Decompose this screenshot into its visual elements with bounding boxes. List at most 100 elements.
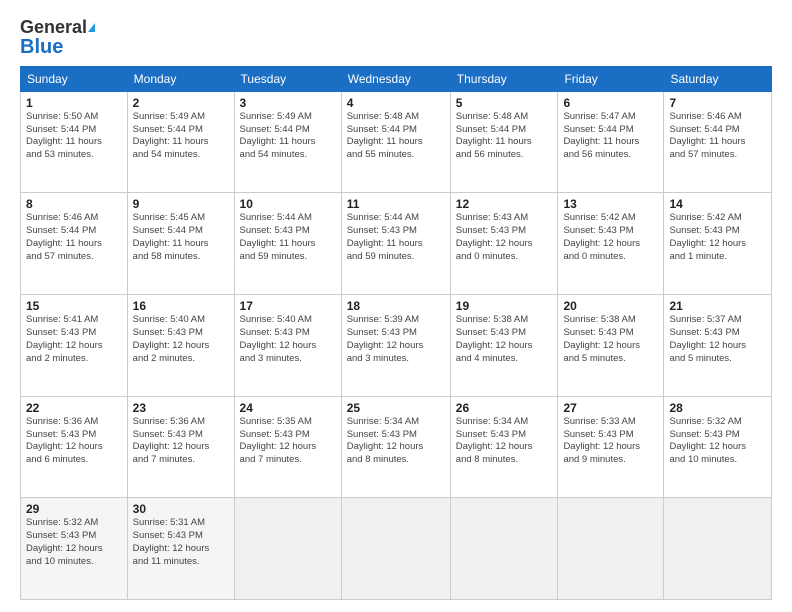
calendar-cell: 2Sunrise: 5:49 AMSunset: 5:44 PMDaylight… xyxy=(127,91,234,193)
week-row-3: 22Sunrise: 5:36 AMSunset: 5:43 PMDayligh… xyxy=(21,396,772,498)
day-info: Sunrise: 5:39 AMSunset: 5:43 PMDaylight:… xyxy=(347,314,445,365)
day-info: Sunrise: 5:43 AMSunset: 5:43 PMDaylight:… xyxy=(456,212,553,263)
weekday-wednesday: Wednesday xyxy=(341,66,450,91)
day-info: Sunrise: 5:44 AMSunset: 5:43 PMDaylight:… xyxy=(347,212,445,263)
calendar-cell: 29Sunrise: 5:32 AMSunset: 5:43 PMDayligh… xyxy=(21,498,128,600)
calendar-cell: 7Sunrise: 5:46 AMSunset: 5:44 PMDaylight… xyxy=(664,91,772,193)
weekday-header: SundayMondayTuesdayWednesdayThursdayFrid… xyxy=(21,66,772,91)
calendar-cell: 16Sunrise: 5:40 AMSunset: 5:43 PMDayligh… xyxy=(127,295,234,397)
day-info: Sunrise: 5:33 AMSunset: 5:43 PMDaylight:… xyxy=(563,416,658,467)
calendar-cell: 17Sunrise: 5:40 AMSunset: 5:43 PMDayligh… xyxy=(234,295,341,397)
day-info: Sunrise: 5:37 AMSunset: 5:43 PMDaylight:… xyxy=(669,314,766,365)
calendar-cell: 24Sunrise: 5:35 AMSunset: 5:43 PMDayligh… xyxy=(234,396,341,498)
calendar-cell: 15Sunrise: 5:41 AMSunset: 5:43 PMDayligh… xyxy=(21,295,128,397)
header: General Blue xyxy=(20,18,772,58)
day-info: Sunrise: 5:38 AMSunset: 5:43 PMDaylight:… xyxy=(563,314,658,365)
day-info: Sunrise: 5:48 AMSunset: 5:44 PMDaylight:… xyxy=(456,111,553,162)
day-info: Sunrise: 5:44 AMSunset: 5:43 PMDaylight:… xyxy=(240,212,336,263)
day-number: 24 xyxy=(240,401,336,415)
day-number: 23 xyxy=(133,401,229,415)
calendar-cell xyxy=(558,498,664,600)
calendar-cell: 13Sunrise: 5:42 AMSunset: 5:43 PMDayligh… xyxy=(558,193,664,295)
calendar-cell: 22Sunrise: 5:36 AMSunset: 5:43 PMDayligh… xyxy=(21,396,128,498)
calendar-cell: 28Sunrise: 5:32 AMSunset: 5:43 PMDayligh… xyxy=(664,396,772,498)
calendar-cell: 8Sunrise: 5:46 AMSunset: 5:44 PMDaylight… xyxy=(21,193,128,295)
weekday-saturday: Saturday xyxy=(664,66,772,91)
calendar-body: 1Sunrise: 5:50 AMSunset: 5:44 PMDaylight… xyxy=(21,91,772,599)
day-info: Sunrise: 5:47 AMSunset: 5:44 PMDaylight:… xyxy=(563,111,658,162)
calendar-cell: 30Sunrise: 5:31 AMSunset: 5:43 PMDayligh… xyxy=(127,498,234,600)
week-row-0: 1Sunrise: 5:50 AMSunset: 5:44 PMDaylight… xyxy=(21,91,772,193)
day-info: Sunrise: 5:34 AMSunset: 5:43 PMDaylight:… xyxy=(347,416,445,467)
weekday-sunday: Sunday xyxy=(21,66,128,91)
day-number: 17 xyxy=(240,299,336,313)
calendar-cell: 21Sunrise: 5:37 AMSunset: 5:43 PMDayligh… xyxy=(664,295,772,397)
day-number: 4 xyxy=(347,96,445,110)
day-number: 28 xyxy=(669,401,766,415)
day-info: Sunrise: 5:46 AMSunset: 5:44 PMDaylight:… xyxy=(26,212,122,263)
calendar-table: SundayMondayTuesdayWednesdayThursdayFrid… xyxy=(20,66,772,600)
day-number: 25 xyxy=(347,401,445,415)
day-number: 16 xyxy=(133,299,229,313)
day-info: Sunrise: 5:34 AMSunset: 5:43 PMDaylight:… xyxy=(456,416,553,467)
day-number: 21 xyxy=(669,299,766,313)
day-number: 10 xyxy=(240,197,336,211)
weekday-tuesday: Tuesday xyxy=(234,66,341,91)
day-info: Sunrise: 5:32 AMSunset: 5:43 PMDaylight:… xyxy=(26,517,122,568)
day-info: Sunrise: 5:48 AMSunset: 5:44 PMDaylight:… xyxy=(347,111,445,162)
calendar-cell xyxy=(341,498,450,600)
day-number: 11 xyxy=(347,197,445,211)
day-number: 8 xyxy=(26,197,122,211)
day-info: Sunrise: 5:32 AMSunset: 5:43 PMDaylight:… xyxy=(669,416,766,467)
day-info: Sunrise: 5:42 AMSunset: 5:43 PMDaylight:… xyxy=(669,212,766,263)
day-number: 2 xyxy=(133,96,229,110)
day-number: 1 xyxy=(26,96,122,110)
day-number: 12 xyxy=(456,197,553,211)
day-info: Sunrise: 5:40 AMSunset: 5:43 PMDaylight:… xyxy=(133,314,229,365)
day-info: Sunrise: 5:35 AMSunset: 5:43 PMDaylight:… xyxy=(240,416,336,467)
calendar-cell: 14Sunrise: 5:42 AMSunset: 5:43 PMDayligh… xyxy=(664,193,772,295)
day-info: Sunrise: 5:50 AMSunset: 5:44 PMDaylight:… xyxy=(26,111,122,162)
logo-blue: Blue xyxy=(20,36,63,58)
calendar-cell: 6Sunrise: 5:47 AMSunset: 5:44 PMDaylight… xyxy=(558,91,664,193)
day-info: Sunrise: 5:42 AMSunset: 5:43 PMDaylight:… xyxy=(563,212,658,263)
calendar-cell xyxy=(450,498,558,600)
calendar-cell: 12Sunrise: 5:43 AMSunset: 5:43 PMDayligh… xyxy=(450,193,558,295)
calendar-cell: 3Sunrise: 5:49 AMSunset: 5:44 PMDaylight… xyxy=(234,91,341,193)
day-number: 6 xyxy=(563,96,658,110)
calendar-cell: 4Sunrise: 5:48 AMSunset: 5:44 PMDaylight… xyxy=(341,91,450,193)
calendar-cell: 5Sunrise: 5:48 AMSunset: 5:44 PMDaylight… xyxy=(450,91,558,193)
day-info: Sunrise: 5:36 AMSunset: 5:43 PMDaylight:… xyxy=(133,416,229,467)
day-info: Sunrise: 5:49 AMSunset: 5:44 PMDaylight:… xyxy=(240,111,336,162)
day-number: 5 xyxy=(456,96,553,110)
calendar-cell: 20Sunrise: 5:38 AMSunset: 5:43 PMDayligh… xyxy=(558,295,664,397)
day-number: 27 xyxy=(563,401,658,415)
calendar-cell: 10Sunrise: 5:44 AMSunset: 5:43 PMDayligh… xyxy=(234,193,341,295)
calendar-cell: 19Sunrise: 5:38 AMSunset: 5:43 PMDayligh… xyxy=(450,295,558,397)
day-number: 7 xyxy=(669,96,766,110)
calendar-cell: 27Sunrise: 5:33 AMSunset: 5:43 PMDayligh… xyxy=(558,396,664,498)
calendar-cell: 23Sunrise: 5:36 AMSunset: 5:43 PMDayligh… xyxy=(127,396,234,498)
page: General Blue SundayMondayTuesdayWednesda… xyxy=(0,0,792,612)
calendar-cell: 18Sunrise: 5:39 AMSunset: 5:43 PMDayligh… xyxy=(341,295,450,397)
day-info: Sunrise: 5:40 AMSunset: 5:43 PMDaylight:… xyxy=(240,314,336,365)
calendar-cell xyxy=(234,498,341,600)
day-number: 20 xyxy=(563,299,658,313)
day-info: Sunrise: 5:41 AMSunset: 5:43 PMDaylight:… xyxy=(26,314,122,365)
day-number: 13 xyxy=(563,197,658,211)
week-row-2: 15Sunrise: 5:41 AMSunset: 5:43 PMDayligh… xyxy=(21,295,772,397)
day-info: Sunrise: 5:45 AMSunset: 5:44 PMDaylight:… xyxy=(133,212,229,263)
day-number: 30 xyxy=(133,502,229,516)
weekday-thursday: Thursday xyxy=(450,66,558,91)
calendar-cell: 11Sunrise: 5:44 AMSunset: 5:43 PMDayligh… xyxy=(341,193,450,295)
day-info: Sunrise: 5:46 AMSunset: 5:44 PMDaylight:… xyxy=(669,111,766,162)
calendar-cell: 26Sunrise: 5:34 AMSunset: 5:43 PMDayligh… xyxy=(450,396,558,498)
day-number: 22 xyxy=(26,401,122,415)
week-row-4: 29Sunrise: 5:32 AMSunset: 5:43 PMDayligh… xyxy=(21,498,772,600)
weekday-friday: Friday xyxy=(558,66,664,91)
week-row-1: 8Sunrise: 5:46 AMSunset: 5:44 PMDaylight… xyxy=(21,193,772,295)
day-info: Sunrise: 5:49 AMSunset: 5:44 PMDaylight:… xyxy=(133,111,229,162)
day-info: Sunrise: 5:36 AMSunset: 5:43 PMDaylight:… xyxy=(26,416,122,467)
day-number: 19 xyxy=(456,299,553,313)
day-number: 9 xyxy=(133,197,229,211)
